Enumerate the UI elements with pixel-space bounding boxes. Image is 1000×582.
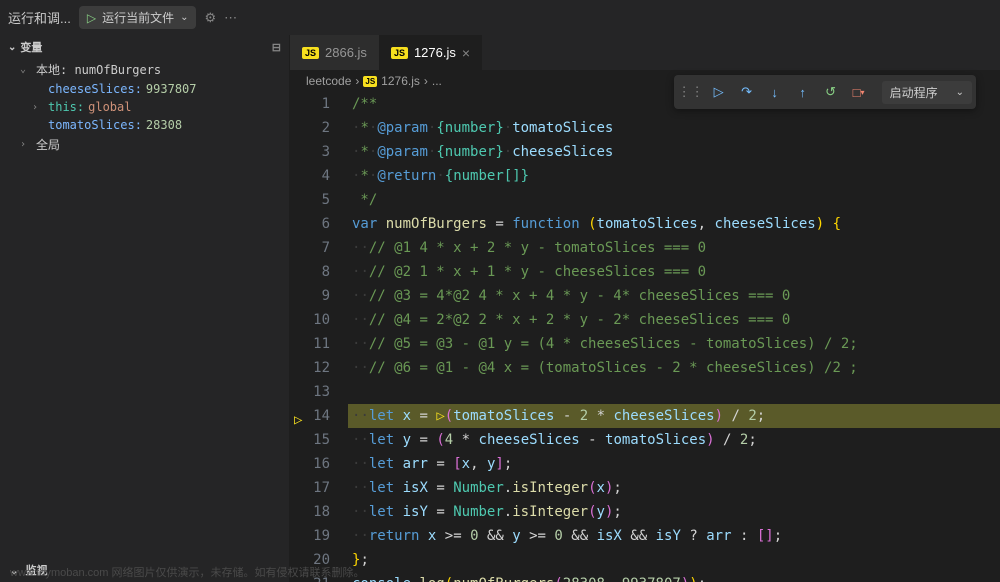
debug-sidebar: ⌄ 变量 ⊟ ⌄ 本地: numOfBurgers cheeseSlices: … bbox=[0, 35, 290, 582]
run-config-dropdown[interactable]: ▷ 运行当前文件 ⌄ bbox=[79, 6, 197, 29]
stop-button[interactable]: □▾ bbox=[846, 79, 872, 105]
chevron-down-icon: ⌄ bbox=[20, 64, 32, 75]
chevron-down-icon: ⌄ bbox=[8, 42, 16, 53]
tab-bar: JS 2866.js JS 1276.js × bbox=[290, 35, 1000, 70]
step-into-button[interactable]: ↓ bbox=[762, 79, 788, 105]
chevron-right-icon: › bbox=[20, 139, 32, 150]
var-name: cheeseSlices: bbox=[48, 82, 142, 96]
variable-row[interactable]: cheeseSlices: 9937807 bbox=[0, 80, 289, 98]
tab-label: 1276.js bbox=[414, 45, 456, 60]
breadcrumb-more: ... bbox=[432, 74, 442, 88]
js-badge-icon: JS bbox=[391, 47, 408, 59]
chevron-down-icon: ⌄ bbox=[956, 87, 964, 98]
variables-label: 变量 bbox=[20, 39, 42, 55]
variable-row[interactable]: › this: global bbox=[0, 98, 289, 116]
watermark-text: www.toymoban.com 网络图片仅供演示，未存储。如有侵权请联系删除。 bbox=[10, 564, 364, 580]
scope-label: 本地: numOfBurgers bbox=[36, 61, 161, 78]
tab-2866[interactable]: JS 2866.js bbox=[290, 35, 379, 70]
gear-icon[interactable]: ⚙ bbox=[204, 10, 216, 26]
variable-row[interactable]: tomatoSlices: 28308 bbox=[0, 116, 289, 134]
scope-local[interactable]: ⌄ 本地: numOfBurgers bbox=[0, 59, 289, 80]
debug-toolbar[interactable]: ⋮⋮ ▷ ↷ ↓ ↑ ↺ □▾ 启动程序 ⌄ bbox=[674, 75, 976, 109]
launch-config-label: 启动程序 bbox=[890, 84, 938, 101]
variables-section-header[interactable]: ⌄ 变量 ⊟ bbox=[0, 35, 289, 59]
main-area: ⌄ 变量 ⊟ ⌄ 本地: numOfBurgers cheeseSlices: … bbox=[0, 35, 1000, 582]
code-lines[interactable]: /**·*·@param·{number}·tomatoSlices·*·@pa… bbox=[348, 92, 1000, 582]
step-over-button[interactable]: ↷ bbox=[734, 79, 760, 105]
run-config-label: 运行当前文件 bbox=[102, 9, 174, 26]
play-icon: ▷ bbox=[87, 11, 96, 25]
breadcrumb-file: 1276.js bbox=[381, 74, 420, 88]
close-icon[interactable]: × bbox=[462, 45, 470, 61]
separator: › bbox=[355, 74, 359, 88]
separator: › bbox=[424, 74, 428, 88]
var-value: global bbox=[88, 100, 131, 114]
chevron-down-icon: ⌄ bbox=[180, 12, 188, 23]
var-name: tomatoSlices: bbox=[48, 118, 142, 132]
tab-1276[interactable]: JS 1276.js × bbox=[379, 35, 482, 70]
continue-button[interactable]: ▷ bbox=[706, 79, 732, 105]
chevron-right-icon: › bbox=[32, 102, 44, 113]
scope-global[interactable]: › 全局 bbox=[0, 134, 289, 155]
run-debug-label: 运行和调... bbox=[8, 8, 71, 27]
var-name: this: bbox=[48, 100, 84, 114]
collapse-all-icon[interactable]: ⊟ bbox=[272, 41, 281, 54]
editor-area: JS 2866.js JS 1276.js × leetcode › JS 12… bbox=[290, 35, 1000, 582]
tab-label: 2866.js bbox=[325, 45, 367, 60]
js-badge-icon: JS bbox=[302, 47, 319, 59]
grip-icon[interactable]: ⋮⋮ bbox=[678, 79, 704, 105]
var-value: 28308 bbox=[146, 118, 182, 132]
launch-config-dropdown[interactable]: 启动程序 ⌄ bbox=[882, 81, 972, 104]
scope-label: 全局 bbox=[36, 136, 60, 153]
js-badge-icon: JS bbox=[363, 76, 377, 87]
more-icon[interactable]: ⋯ bbox=[224, 10, 237, 26]
code-editor[interactable]: 1234567891011121314▷1516171819202122 /**… bbox=[290, 92, 1000, 582]
var-value: 9937807 bbox=[146, 82, 197, 96]
restart-button[interactable]: ↺ bbox=[818, 79, 844, 105]
breadcrumb-folder: leetcode bbox=[306, 74, 351, 88]
step-out-button[interactable]: ↑ bbox=[790, 79, 816, 105]
line-number-gutter: 1234567891011121314▷1516171819202122 bbox=[290, 92, 348, 582]
top-toolbar: 运行和调... ▷ 运行当前文件 ⌄ ⚙ ⋯ bbox=[0, 0, 1000, 35]
